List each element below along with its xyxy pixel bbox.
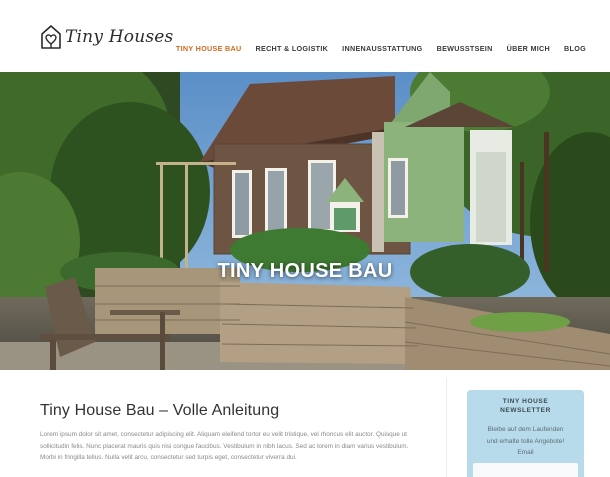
newsletter-email-label: Email — [517, 449, 534, 456]
newsletter-text: Bleibe auf dem Laufenden und erhalte tol… — [467, 424, 584, 459]
sidebar-divider — [446, 378, 447, 477]
site-logo[interactable]: Tiny Houses — [40, 24, 173, 50]
article-heading: Tiny House Bau – Volle Anleitung — [40, 402, 280, 419]
main-nav: TINY HOUSE BAU RECHT & LOGISTIK INNENAUS… — [162, 44, 586, 53]
content-area: Tiny House Bau – Volle Anleitung Lorem i… — [0, 370, 610, 477]
article-body: Lorem ipsum dolor sit amet, consectetur … — [40, 431, 409, 462]
hero-image — [0, 72, 610, 370]
nav-item-ueber-mich[interactable]: ÜBER MICH — [507, 44, 550, 53]
nav-item-blog[interactable]: BLOG — [564, 44, 586, 53]
site-header: Tiny Houses TINY HOUSE BAU RECHT & LOGIS… — [0, 0, 610, 72]
logo-text: Tiny Houses — [65, 27, 174, 47]
nav-item-innenausstattung[interactable]: INNENAUSSTATTUNG — [342, 44, 422, 53]
hero-banner: TINY HOUSE BAU — [0, 72, 610, 370]
newsletter-text-line1: Bleibe auf dem Laufenden — [487, 426, 564, 433]
newsletter-title-line2: NEWSLETTER — [500, 407, 551, 414]
nav-item-recht-logistik[interactable]: RECHT & LOGISTIK — [255, 44, 328, 53]
nav-item-bewusstsein[interactable]: BEWUSSTSEIN — [437, 44, 493, 53]
article: Tiny House Bau – Volle Anleitung Lorem i… — [40, 402, 410, 464]
hero-title: TINY HOUSE BAU — [217, 260, 393, 282]
nav-item-tiny-house-bau[interactable]: TINY HOUSE BAU — [176, 44, 242, 53]
newsletter-title-line1: TINY HOUSE — [502, 398, 549, 405]
newsletter-email-input[interactable] — [473, 463, 578, 477]
newsletter-title: TINY HOUSE NEWSLETTER — [467, 397, 584, 415]
newsletter-widget: TINY HOUSE NEWSLETTER Bleibe auf dem Lau… — [467, 390, 584, 477]
house-heart-icon — [41, 25, 61, 49]
newsletter-text-line2: und erhalte tolle Angebote! — [486, 437, 565, 445]
